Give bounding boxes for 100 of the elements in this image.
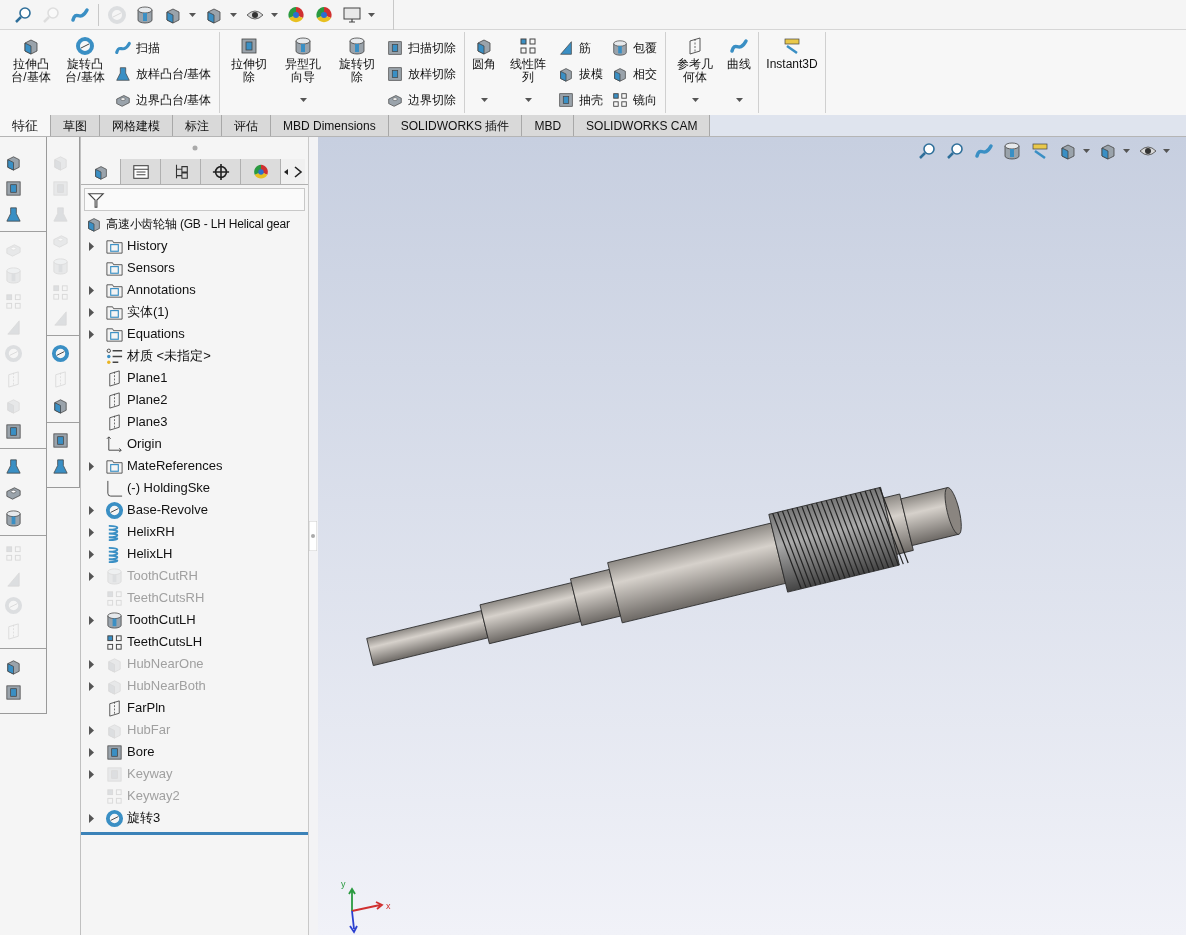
caret-icon[interactable] [480, 98, 488, 102]
cylinder-icon[interactable] [1002, 141, 1022, 161]
ribbon-button[interactable]: 扫描 [114, 36, 216, 59]
ball-icon[interactable] [286, 4, 306, 25]
tree-item[interactable]: 实体(1) [127, 302, 169, 322]
ribbon-tab[interactable]: MBD [522, 115, 575, 136]
tree-item[interactable]: FarPln [127, 698, 166, 718]
ribbon-button[interactable]: 扫描切除 [386, 36, 461, 59]
ribbon-button[interactable]: 镜向 [611, 88, 662, 111]
caret-icon[interactable] [1163, 149, 1170, 153]
expand-arrow-icon[interactable] [89, 461, 95, 471]
tree-item[interactable]: HelixRH [127, 522, 175, 542]
panel-tab[interactable] [161, 159, 201, 184]
caret-icon[interactable] [271, 12, 278, 17]
panel-tab[interactable] [201, 159, 241, 184]
ribbon-button[interactable]: 线性阵列 [503, 32, 554, 110]
tree-item[interactable]: 材质 <未指定> [127, 346, 211, 366]
tree-item[interactable]: HelixLH [127, 544, 173, 564]
expand-arrow-icon[interactable] [89, 813, 95, 823]
ribbon-button[interactable]: 相交 [611, 62, 662, 85]
splitter-handle-icon[interactable] [309, 521, 317, 551]
swirl-icon[interactable] [51, 343, 70, 363]
tree-item[interactable]: TeethCutsLH [127, 632, 203, 652]
tree-item[interactable]: ToothCutLH [127, 610, 196, 630]
expand-arrow-icon[interactable] [89, 505, 95, 515]
ribbon-button[interactable]: 曲线 [724, 32, 755, 110]
caret-icon[interactable] [230, 12, 237, 17]
ribbon-button[interactable]: 旋转凸台/基体 [60, 32, 110, 110]
expand-arrow-icon[interactable] [89, 659, 95, 669]
ribbon-button[interactable]: Instant3D [763, 32, 821, 110]
tree-item[interactable]: History [127, 236, 168, 256]
ribbon-button[interactable]: 参考几何体 [670, 32, 721, 110]
caret-icon[interactable] [524, 98, 532, 102]
shaft-drawing[interactable] [366, 486, 962, 666]
tree-item[interactable]: Plane1 [127, 368, 168, 388]
caret-icon[interactable] [1123, 149, 1130, 153]
cone-icon[interactable] [4, 204, 23, 224]
ribbon-button[interactable]: 旋转切除 [332, 32, 383, 110]
ribbon-tab[interactable]: SOLIDWORKS 插件 [388, 115, 523, 136]
frame-icon[interactable] [4, 682, 23, 702]
expand-arrow-icon[interactable] [89, 549, 95, 559]
expand-arrow-icon[interactable] [89, 329, 95, 339]
grip-icon[interactable] [191, 145, 198, 151]
ribbon-tab[interactable]: 草图 [51, 115, 100, 136]
ribbon-tab[interactable]: MBD Dimensions [271, 115, 389, 136]
cylinder-icon[interactable] [135, 4, 155, 25]
expand-arrow-icon[interactable] [89, 241, 95, 251]
ribbon-button[interactable]: 异型孔向导 [278, 32, 329, 110]
expand-arrow-icon[interactable] [89, 615, 95, 625]
ribbon-button[interactable]: 放样切除 [386, 62, 461, 85]
tree-item[interactable]: Annotations [127, 280, 196, 300]
caret-icon[interactable] [1083, 149, 1090, 153]
tree-item[interactable]: MateReferences [127, 456, 223, 476]
caret-icon[interactable] [368, 12, 375, 17]
ball-icon[interactable] [314, 4, 334, 25]
ribbon-tab[interactable]: SOLIDWORKS CAM [574, 115, 711, 136]
ribbon-button[interactable]: 拔模 [557, 62, 608, 85]
caret-icon[interactable] [735, 98, 743, 102]
ribbon-tab[interactable]: 特征 [0, 115, 51, 136]
tree-item[interactable]: Plane3 [127, 412, 168, 432]
ribbon-button[interactable]: 圆角 [469, 32, 500, 110]
ribbon-tab[interactable]: 网格建模 [100, 115, 173, 136]
tree-item[interactable]: (-) HoldingSke [127, 478, 211, 498]
expand-arrow-icon[interactable] [89, 769, 95, 779]
tree-item[interactable]: Sensors [127, 258, 175, 278]
tree-item[interactable]: Base-Revolve [127, 500, 208, 520]
tree-item[interactable]: Bore [127, 742, 155, 762]
frame-icon[interactable] [4, 178, 23, 198]
ribbon-button[interactable]: 边界切除 [386, 88, 461, 111]
tree-item[interactable]: Origin [127, 434, 162, 454]
ribbon-tab[interactable]: 评估 [222, 115, 271, 136]
search-icon[interactable] [946, 141, 966, 161]
tree-item[interactable]: Equations [127, 324, 185, 344]
expand-arrow-icon[interactable] [89, 307, 95, 317]
ribbon-button[interactable]: 抽壳 [557, 88, 608, 111]
expand-arrow-icon[interactable] [89, 725, 95, 735]
ribbon-button[interactable]: 放样凸台/基体 [114, 62, 216, 85]
ribbon-button[interactable]: 筋 [557, 36, 608, 59]
expand-arrow-icon[interactable] [89, 527, 95, 537]
tree-item[interactable]: Plane2 [127, 390, 168, 410]
ribbon-button[interactable]: 边界凸台/基体 [114, 88, 216, 111]
ribbon-tab[interactable]: 标注 [173, 115, 222, 136]
cone-icon[interactable] [51, 456, 70, 476]
cone-icon[interactable] [4, 456, 23, 476]
search-icon[interactable] [14, 4, 34, 25]
tree-item[interactable]: 旋转3 [127, 808, 161, 828]
caret-icon[interactable] [189, 12, 196, 17]
search-icon[interactable] [918, 141, 938, 161]
expand-arrow-icon[interactable] [89, 681, 95, 691]
ribbon-button[interactable]: 拉伸切除 [224, 32, 275, 110]
frame-icon[interactable] [4, 421, 23, 441]
caret-icon[interactable] [299, 98, 307, 102]
monitor-icon[interactable] [342, 4, 362, 25]
ribbon-button[interactable]: 拉伸凸台/基体 [6, 32, 56, 110]
caret-icon[interactable] [691, 98, 699, 102]
tree-root-label[interactable]: 高速小齿轮轴 (GB - LH Helical gear [106, 215, 290, 233]
expand-arrow-icon[interactable] [89, 285, 95, 295]
expand-arrow-icon[interactable] [89, 747, 95, 757]
expand-arrow-icon[interactable] [89, 571, 95, 581]
cylinder-icon[interactable] [4, 508, 23, 528]
